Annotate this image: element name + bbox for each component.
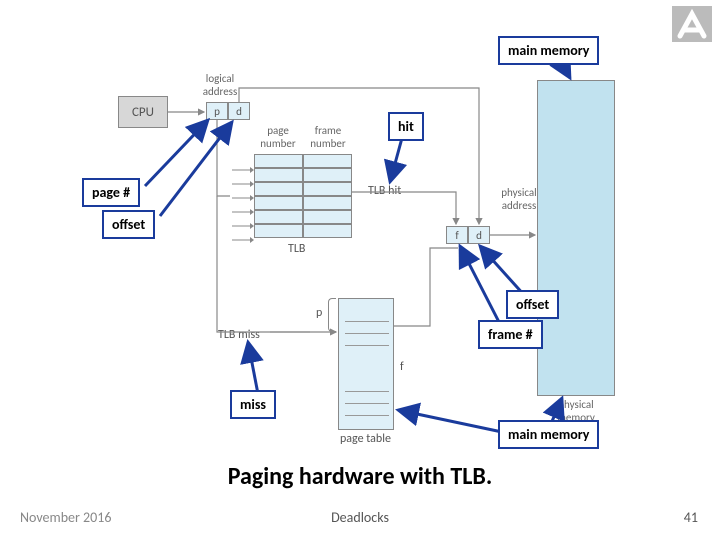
institution-logo [672,6,712,47]
page-table-p-label: p [316,306,322,320]
tlb-label: TLB [288,242,305,256]
logical-d-cell: d [228,102,250,120]
page-table-block [338,298,394,430]
footer-topic: Deadlocks [0,509,720,526]
slide-caption: Paging hardware with TLB. [0,462,720,491]
tlb-table [254,154,352,238]
tlb-hit-label: TLB hit [368,184,401,198]
page-table-label: page table [340,432,391,446]
callout-frame-number: frame # [478,320,543,349]
physical-f-cell: f [446,226,468,244]
logical-p-cell: p [206,102,228,120]
tlb-miss-label: TLB miss [218,328,260,342]
page-number-label: page number [255,124,301,150]
callout-page-number: page # [82,178,140,207]
callout-offset-left: offset [102,210,155,239]
tlb-row-arrow [232,230,254,249]
physical-d-cell: d [468,226,490,244]
frame-number-label: frame number [305,124,351,150]
footer-page-number: 41 [684,509,698,526]
callout-main-memory-bottom: main memory [498,420,599,449]
page-table-f-label: f [400,360,404,374]
cpu-block: CPU [118,96,168,128]
physical-memory-block [537,80,615,396]
callout-offset-right: offset [506,290,559,319]
logical-address-label: logical address [196,72,244,98]
callout-miss: miss [230,390,276,419]
callout-main-memory-top: main memory [498,36,599,65]
callout-hit: hit [388,112,424,141]
